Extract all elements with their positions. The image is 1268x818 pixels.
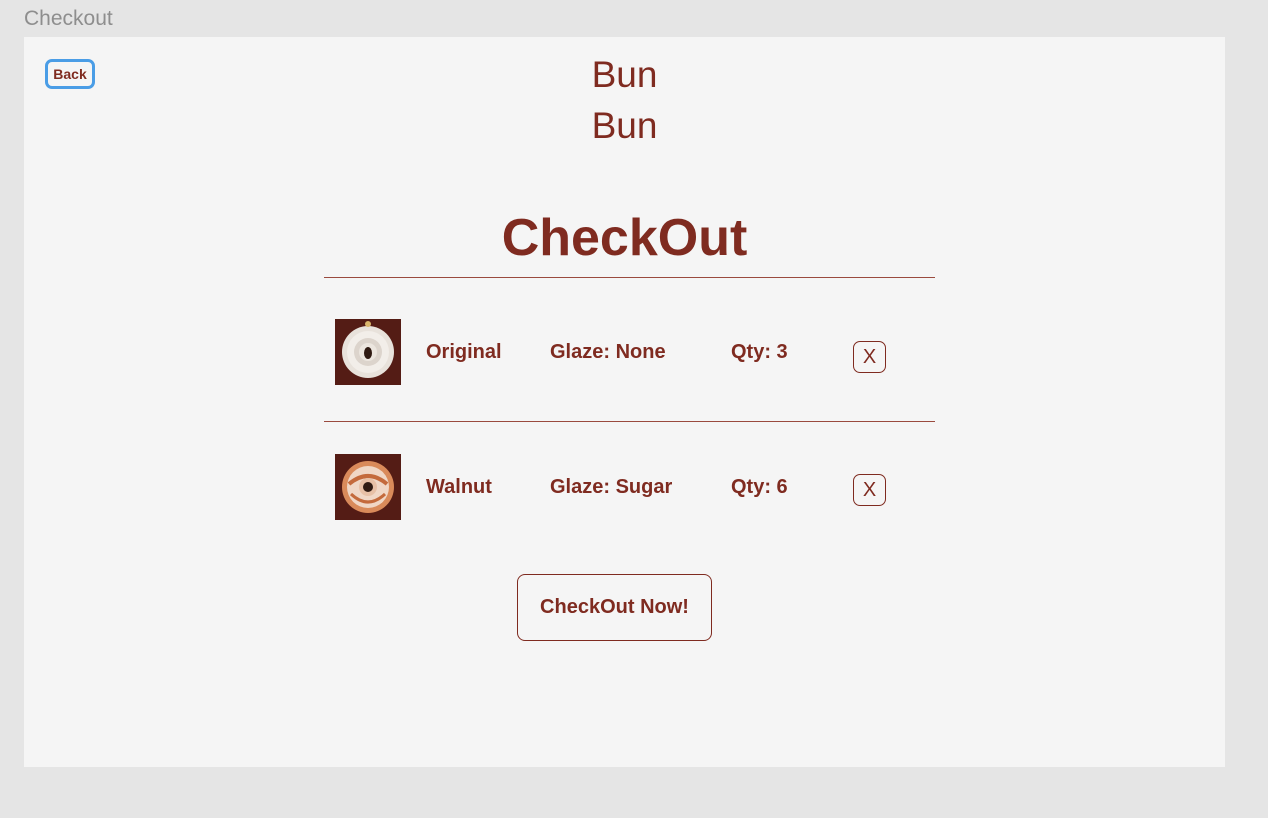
checkout-now-button[interactable]: CheckOut Now! — [517, 574, 712, 641]
remove-item-button[interactable]: X — [853, 474, 886, 506]
cart-item: Original Glaze: None Qty: 3 X — [335, 319, 935, 385]
item-glaze: Glaze: None — [550, 341, 666, 363]
brand-logo: Bun Bun — [24, 49, 1225, 151]
remove-item-button[interactable]: X — [853, 341, 886, 373]
cart-item: Walnut Glaze: Sugar Qty: 6 X — [335, 454, 935, 520]
item-name: Original — [426, 341, 502, 363]
item-name: Walnut — [426, 476, 492, 498]
checkout-page: Back Bun Bun CheckOut Original Glaze: No… — [24, 37, 1225, 767]
item-glaze: Glaze: Sugar — [550, 476, 673, 498]
logo-line-1: Bun — [591, 54, 658, 95]
original-roll-image — [335, 319, 401, 385]
item-quantity: Qty: 6 — [731, 476, 788, 498]
walnut-roll-image — [335, 454, 401, 520]
item-quantity: Qty: 3 — [731, 341, 788, 363]
logo-line-2: Bun — [591, 105, 658, 146]
page-title: CheckOut — [501, 209, 748, 267]
frame-title: Checkout — [24, 7, 113, 30]
divider — [324, 277, 935, 278]
divider — [324, 421, 935, 422]
